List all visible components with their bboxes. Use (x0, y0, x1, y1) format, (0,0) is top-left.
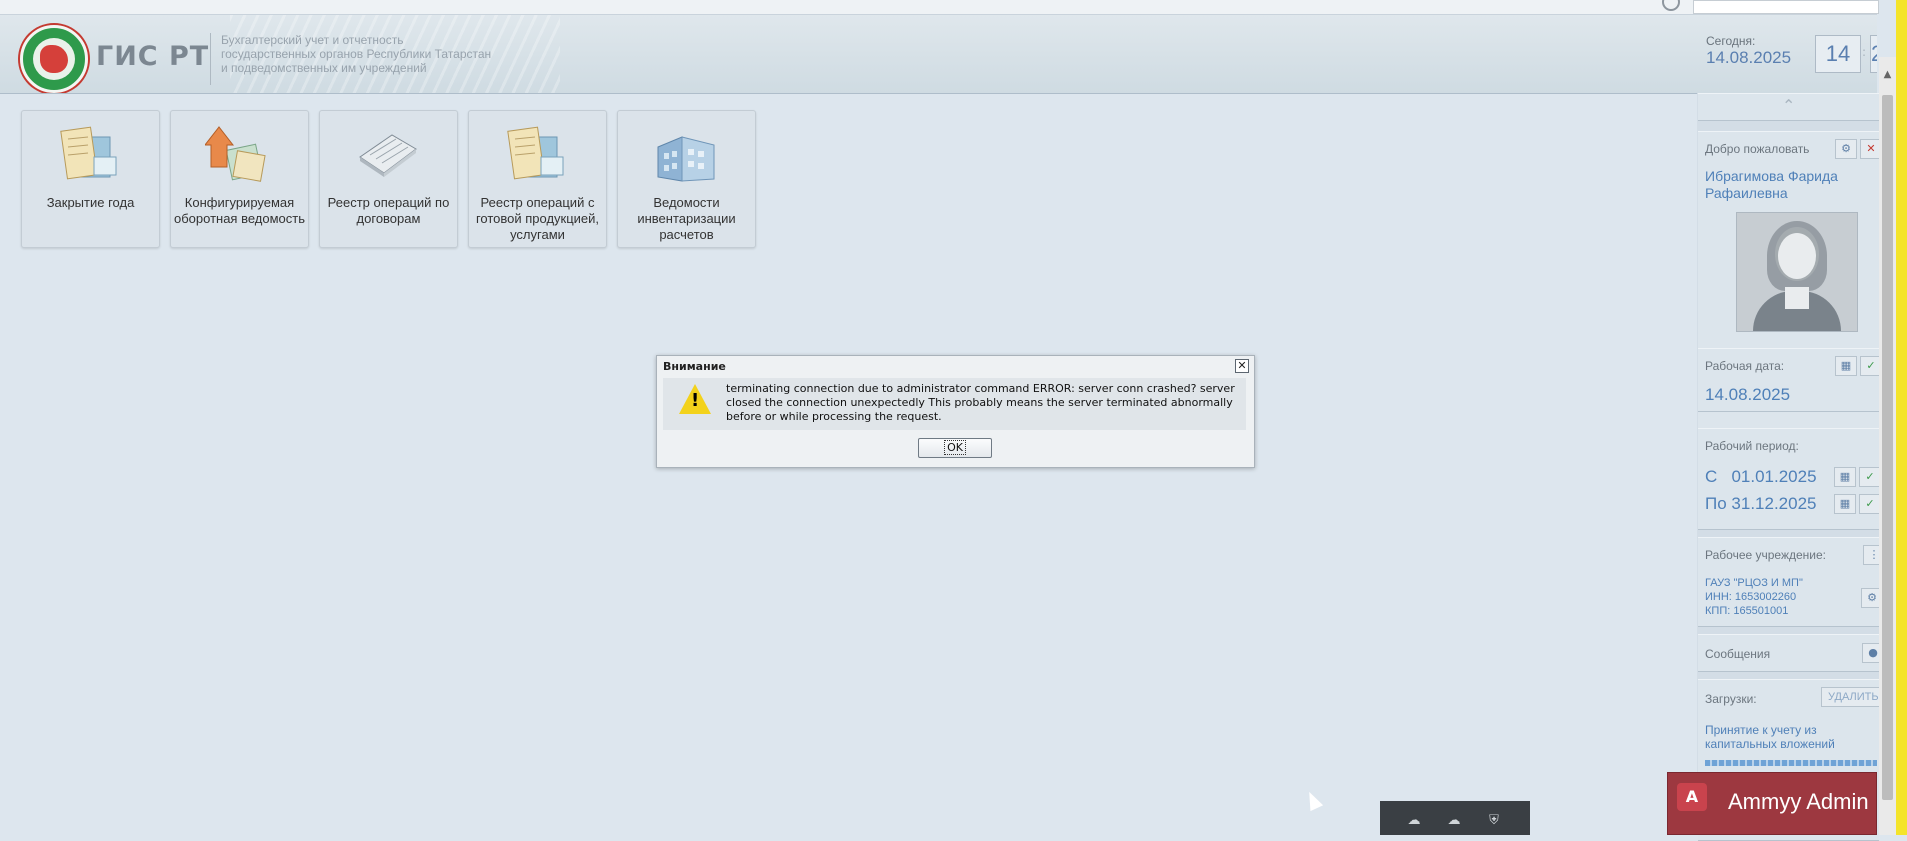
clock-hours: 14 (1815, 35, 1861, 73)
tile-configurable-statement[interactable]: Конфигурируемая оборотная ведомость (170, 110, 309, 248)
period-to: По 31.12.2025 (1705, 494, 1817, 514)
ammyy-icon: A (1677, 783, 1707, 811)
today-label: Сегодня: (1706, 34, 1756, 48)
warning-mark: ! (691, 390, 700, 411)
work-date-block: Рабочая дата: ▦ ✓ 14.08.2025 (1698, 348, 1882, 412)
downloads-label: Загрузки: (1705, 692, 1757, 706)
tile-inventory-statements[interactable]: Ведомости инвентаризации расчетов (617, 110, 756, 248)
welcome-label: Добро пожаловать (1705, 142, 1810, 156)
right-panel: ⌃ Добро пожаловать ⚙ ✕ Ибрагимова Фарида… (1697, 93, 1885, 841)
tile-label: Конфигурируемая оборотная ведомость (173, 195, 305, 226)
tile-contracts-registry[interactable]: Реестр операций по договорам (319, 110, 458, 248)
ammyy-admin-taskbar-button[interactable]: A Ammyy Admin (1667, 772, 1877, 835)
building-icon (657, 136, 715, 182)
shield-icon[interactable]: ⛨ (1484, 813, 1504, 829)
system-tray: ☁ ☁ ⛨ (1380, 801, 1530, 835)
alert-dialog: Внимание ✕ ! terminating connection due … (656, 355, 1255, 468)
tile-label: Закрытие года (46, 195, 135, 210)
panel-collapse-bar[interactable]: ⌃ (1698, 93, 1879, 121)
subtitle-line-2: государственных органов Республики Татар… (221, 47, 492, 61)
apply-icon[interactable]: ✓ (1859, 467, 1881, 487)
institution-kpp: КПП: 165501001 (1705, 605, 1789, 617)
clock-minutes: 2 (1870, 35, 1877, 73)
clock-separator: : (1862, 45, 1867, 59)
messages-block: Сообщения ● (1698, 634, 1884, 672)
ok-label: OK (944, 440, 966, 455)
ok-button[interactable]: OK (918, 438, 992, 458)
work-period-block: Рабочий период: С 01.01.2025 По 31.12.20… (1698, 428, 1881, 530)
dialog-body: ! terminating connection due to administ… (663, 378, 1246, 430)
user-name: Ибрагимова Фарида Рафаилевна (1705, 168, 1838, 201)
institution-inn: ИНН: 1653002260 (1705, 591, 1797, 603)
period-to-prefix: По (1705, 494, 1727, 513)
brand-title: ГИС РТ (96, 41, 210, 72)
tile-label: Реестр операций с готовой продукцией, ус… (475, 195, 600, 242)
chevron-up-icon[interactable]: ⌃ (1782, 96, 1795, 115)
period-from-prefix: С (1705, 467, 1718, 486)
cloud-off-icon[interactable]: ☁ (1404, 813, 1424, 829)
tile-label: Реестр операций по договорам (327, 195, 450, 226)
arrow-documents-icon (205, 126, 266, 182)
download-progress (1705, 760, 1877, 766)
ammyy-label: Ammyy Admin (1728, 789, 1869, 814)
avatar (1736, 212, 1858, 332)
tile-products-registry[interactable]: Реестр операций с готовой продукцией, ус… (468, 110, 607, 248)
download-item[interactable]: Принятие к учету из капитальных вложений (1705, 723, 1875, 751)
institution-info: ГАУЗ "РЦОЗ И МП" ИНН: 1653002260 КПП: 16… (1705, 576, 1803, 618)
delete-downloads-button[interactable]: УДАЛИТЬ (1821, 687, 1881, 707)
mouse-cursor-icon (1302, 788, 1324, 812)
logo-emblem (40, 45, 68, 73)
notebook-icon (359, 134, 417, 177)
window-border (1896, 0, 1907, 835)
subtitle-line-3: и подведомственных им учреждений (221, 61, 427, 75)
scroll-up-icon[interactable]: ▲ (1881, 69, 1894, 91)
calendar-icon[interactable]: ▦ (1834, 494, 1856, 514)
close-icon[interactable]: ✕ (1235, 359, 1249, 373)
period-from-value: 01.01.2025 (1731, 467, 1817, 486)
app-header: ГИС РТ Бухгалтерский учет и отчетность г… (0, 15, 1877, 94)
header-divider (210, 33, 211, 85)
top-strip (0, 0, 1879, 15)
dialog-title: Внимание (663, 360, 726, 373)
period-to-value: 31.12.2025 (1731, 494, 1817, 513)
brand-subtitle: Бухгалтерский учет и отчетность государс… (221, 33, 491, 75)
tile-year-closing[interactable]: Закрытие года (21, 110, 160, 248)
help-icon[interactable] (1662, 0, 1680, 11)
cloud-off-icon[interactable]: ☁ (1444, 813, 1464, 829)
documents-icon (60, 126, 117, 180)
work-date-value: 14.08.2025 (1705, 385, 1791, 404)
apply-icon[interactable]: ✓ (1859, 494, 1881, 514)
period-from: С 01.01.2025 (1705, 467, 1817, 487)
messages-label: Сообщения (1705, 647, 1771, 661)
today-date: 14.08.2025 (1706, 48, 1792, 67)
calendar-icon[interactable]: ▦ (1834, 467, 1856, 487)
institution-label: Рабочее учреждение: (1705, 548, 1827, 562)
work-date-label: Рабочая дата: (1705, 359, 1785, 373)
subtitle-line-1: Бухгалтерский учет и отчетность (221, 33, 404, 47)
tile-label: Ведомости инвентаризации расчетов (637, 195, 736, 242)
page-scrollbar[interactable]: ▲ (1879, 57, 1896, 835)
work-period-label: Рабочий период: (1705, 439, 1799, 453)
institution-name: ГАУЗ "РЦОЗ И МП" (1705, 577, 1803, 589)
settings-icon[interactable]: ⚙ (1835, 139, 1857, 159)
documents-icon (507, 126, 564, 180)
top-input[interactable] (1693, 0, 1879, 14)
scroll-thumb[interactable] (1882, 95, 1893, 800)
calendar-icon[interactable]: ▦ (1835, 356, 1857, 376)
institution-block: Рабочее учреждение: ⋮ ГАУЗ "РЦОЗ И МП" И… (1698, 537, 1885, 627)
logo-icon (20, 25, 88, 93)
dialog-message: terminating connection due to administra… (726, 382, 1235, 423)
